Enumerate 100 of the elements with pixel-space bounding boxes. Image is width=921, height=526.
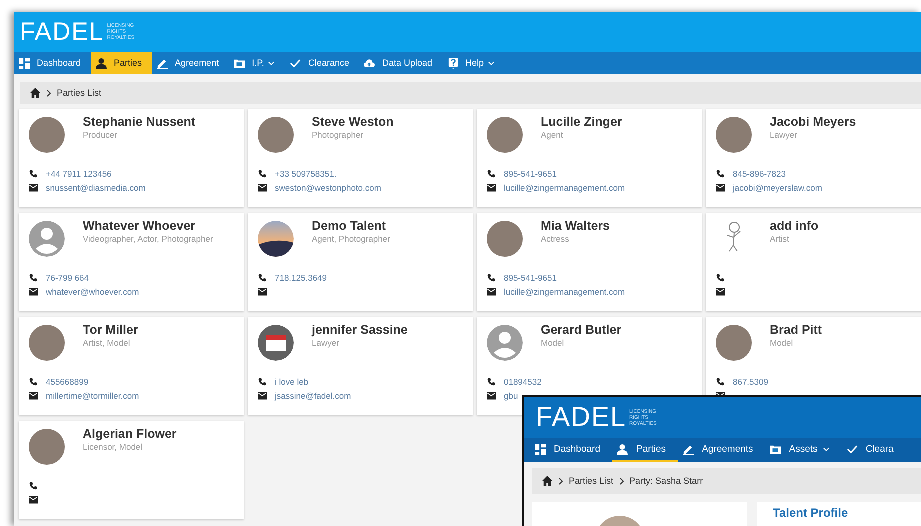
party-name: Demo Talent [312,219,388,233]
calendar-avatar-icon [258,325,294,361]
party-card[interactable]: Jacobi Meyers Lawyer 845-896-7823 jacobi@meyerslaw.com [706,109,921,207]
nav-tab[interactable]: Assets [765,438,842,462]
cloud-upload-icon [364,58,376,68]
mail-icon [487,288,496,296]
email-address[interactable]: millertime@tormiller.com [46,391,140,401]
party-name: Stephanie Nussent [83,115,196,129]
phone-icon [29,482,38,490]
photo-placeholder [716,325,752,361]
email-address[interactable]: lucille@zingermanagement.com [504,287,626,297]
folder-icon [770,444,782,454]
email-address[interactable]: jsassine@fadel.com [275,391,352,401]
party-roles: Artist, Model [83,338,132,348]
phone-icon [487,170,496,178]
photo-placeholder [487,117,523,153]
nav-tab[interactable]: Dashboard [530,438,612,462]
nav-tab[interactable]: Agreement [152,52,230,74]
nav-tab[interactable]: Help [442,52,506,74]
mail-icon [487,184,496,192]
party-card[interactable]: add info Artist [706,213,921,311]
nav-tab[interactable]: Clearance [285,52,360,74]
check-icon [846,444,858,454]
party-name: Jacobi Meyers [770,115,856,129]
party-card[interactable]: Demo Talent Agent, Photographer 718.125.3649 [248,213,473,311]
party-name: jennifer Sassine [312,323,408,337]
phone-icon [716,170,725,178]
nav-tab[interactable]: Dashboard [14,52,92,74]
email-address[interactable]: jacobi@meyerslaw.com [733,183,822,193]
party-card[interactable]: Algerian Flower Licensor, Model [19,421,244,519]
phone-number[interactable]: 845-896-7823 [733,169,786,179]
phone-number[interactable]: 01894532 [504,377,542,387]
mail-icon [29,496,38,504]
folder-icon [234,58,246,68]
party-name: Lucille Zinger [541,115,622,129]
phone-number[interactable]: 895-541-9651 [504,169,557,179]
email-address[interactable]: whatever@whoever.com [46,287,140,297]
sunset-avatar-icon [258,221,294,257]
phone-icon [29,274,38,282]
mail-icon [258,184,267,192]
party-roles: Licensor, Model [83,442,144,452]
party-roles: Producer [83,130,118,140]
party-card[interactable]: Lucille Zinger Agent 895-541-9651 lucille@zingermanagement.com [477,109,702,207]
nav-tab[interactable]: Cleara [842,438,906,462]
breadcrumb-chevron-icon [47,90,51,96]
party-name: Whatever Whoever [83,219,197,233]
phone-icon [716,274,725,282]
pen-icon [157,58,168,68]
home-icon[interactable] [542,476,553,486]
home-icon[interactable] [30,88,41,98]
party-card[interactable]: Tor Miller Artist, Model 455668899 millertime@tormiller.com [19,317,244,415]
phone-icon [29,378,38,386]
breadcrumb-link[interactable]: Parties List [57,88,102,98]
party-card[interactable]: jennifer Sassine Lawyer i love leb jsassine@fadel.com [248,317,473,415]
phone-icon [258,274,267,282]
nav-tab[interactable]: Parties [91,52,152,74]
breadcrumb-link[interactable]: Party: Sasha Starr [630,476,704,486]
phone-number[interactable]: +33 509758351. [275,169,337,179]
email-address[interactable]: sweston@westonphoto.com [275,183,382,193]
nav-tab[interactable]: Agreements [678,438,766,462]
breadcrumb-link[interactable]: Parties List [569,476,614,486]
party-roles: Artist [770,234,790,244]
default-avatar-icon [487,325,523,361]
pen-icon [683,444,694,454]
party-card[interactable]: Stephanie Nussent Producer +44 7911 123456 snussent@diasmedia.com [19,109,244,207]
photo-placeholder [29,429,65,465]
party-name: Algerian Flower [83,427,177,441]
party-roles: Actress [541,234,570,244]
email-address[interactable]: lucille@zingermanagement.com [504,183,626,193]
email-address[interactable]: snussent@diasmedia.com [46,183,146,193]
party-roles: Model [770,338,794,348]
phone-number[interactable]: 895-541-9651 [504,273,557,283]
email-address[interactable]: gbu [504,391,518,401]
party-card[interactable]: Steve Weston Photographer +33 509758351. sweston@westonphoto.com [248,109,473,207]
party-roles: Lawyer [312,338,340,348]
party-card[interactable]: Mia Walters Actress 895-541-9651 lucille@zingermanagement.com [477,213,702,311]
photo-placeholder [487,221,523,257]
party-name: Steve Weston [312,115,394,129]
phone-number[interactable]: 455668899 [46,377,89,387]
mail-icon [29,288,38,296]
phone-number[interactable]: 718.125.3649 [275,273,327,283]
mail-icon [716,184,725,192]
check-icon [290,58,302,68]
photo-placeholder [29,325,65,361]
breadcrumb-chevron-icon [620,478,624,484]
phone-number[interactable]: 76-799 664 [46,273,90,283]
phone-number[interactable]: i love leb [275,377,309,387]
phone-number[interactable]: 867.5309 [733,377,768,387]
phone-icon [29,170,38,178]
phone-number[interactable]: +44 7911 123456 [46,169,112,179]
party-card[interactable]: Whatever Whoever Videographer, Actor, Photographer 76-799 664 whatever@whoever.com [19,213,244,311]
party-name: Brad Pitt [770,323,822,337]
mail-icon [29,184,38,192]
nav-tab[interactable]: I.P. [229,52,286,74]
party-roles: Agent, Photographer [312,234,390,244]
mail-icon [258,392,267,400]
default-avatar-icon [29,221,65,257]
nav-tab[interactable]: Data Upload [359,52,443,74]
nav-tab[interactable]: Parties [612,438,678,462]
mail-icon [29,392,38,400]
